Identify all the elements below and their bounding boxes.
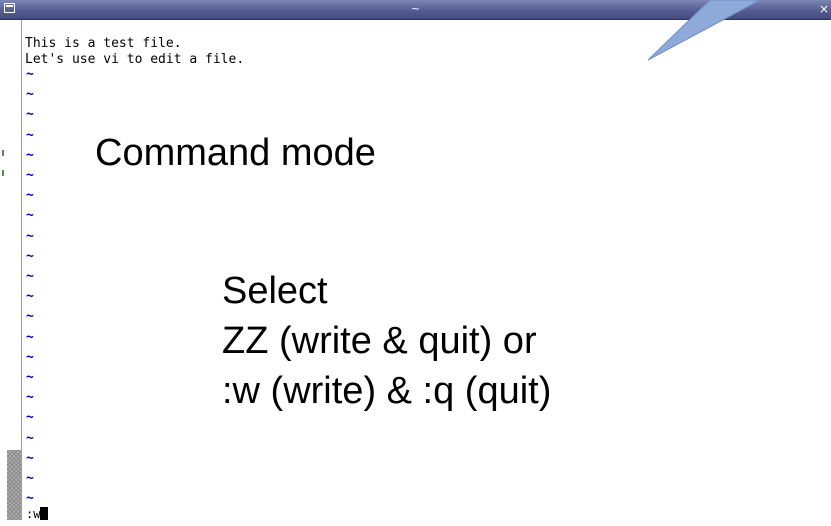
tilde-marker: ~ — [26, 390, 34, 405]
tilde-marker: ~ — [26, 148, 34, 163]
annotation-line: ZZ (write & quit) or — [222, 320, 537, 362]
tilde-marker: ~ — [26, 249, 34, 264]
annotation-instructions: Select ZZ (write & quit) or :w (write) &… — [222, 266, 551, 416]
edge-mark — [2, 150, 4, 156]
tilde-marker: ~ — [26, 370, 34, 385]
terminal-window: ~ × This is a test file. Let's use vi to… — [0, 0, 831, 526]
text-cursor — [40, 507, 49, 520]
annotation-line: :w (write) & :q (quit) — [222, 370, 552, 412]
window-left-edge — [0, 20, 7, 526]
callout-arrow-shape — [647, 0, 761, 61]
scrollbar-thumb[interactable] — [7, 450, 21, 520]
tilde-marker: ~ — [26, 350, 34, 365]
tilde-marker: ~ — [26, 491, 34, 506]
annotation-line: Select — [222, 270, 328, 312]
callout-arrow — [647, 0, 761, 61]
buffer-line: Let's use vi to edit a file. — [25, 52, 245, 67]
annotation-heading: Command mode — [95, 132, 376, 174]
tilde-marker: ~ — [26, 309, 34, 324]
tilde-marker: ~ — [26, 168, 34, 183]
tilde-marker: ~ — [26, 87, 34, 102]
tilde-marker: ~ — [26, 471, 34, 486]
tilde-marker: ~ — [26, 128, 34, 143]
vi-command-line[interactable]: :w — [26, 507, 49, 522]
tilde-marker: ~ — [26, 330, 34, 345]
tilde-marker: ~ — [26, 67, 34, 82]
vertical-scrollbar[interactable] — [7, 20, 22, 520]
edge-mark — [2, 170, 4, 176]
tilde-marker: ~ — [26, 451, 34, 466]
tilde-marker: ~ — [26, 208, 34, 223]
buffer-line: This is a test file. — [25, 36, 182, 51]
tilde-marker: ~ — [26, 188, 34, 203]
tilde-marker: ~ — [26, 229, 34, 244]
tilde-marker: ~ — [26, 269, 34, 284]
tilde-marker: ~ — [26, 107, 34, 122]
tilde-marker: ~ — [26, 289, 34, 304]
command-text: :w — [26, 507, 41, 521]
tilde-marker: ~ — [26, 410, 34, 425]
tilde-marker: ~ — [26, 431, 34, 446]
